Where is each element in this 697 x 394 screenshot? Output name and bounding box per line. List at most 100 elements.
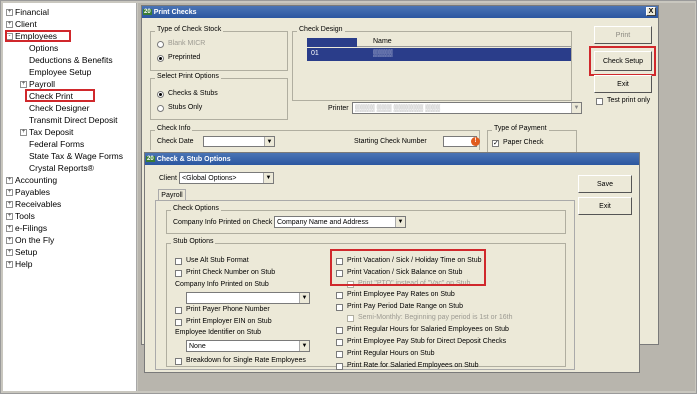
group-label: Type of Payment xyxy=(492,125,549,132)
radio-checks-stubs[interactable] xyxy=(157,91,164,98)
salaried-rate-checkbox[interactable] xyxy=(336,363,343,370)
print-button[interactable]: Print xyxy=(594,26,652,44)
tree-item-crystal-reports[interactable]: Crystal Reports® xyxy=(29,163,94,173)
period-range-checkbox[interactable] xyxy=(336,304,343,311)
radio-stubs-only[interactable] xyxy=(157,105,164,112)
exit-button[interactable]: Exit xyxy=(578,197,632,215)
test-print-checkbox[interactable] xyxy=(596,98,603,105)
pay-rates-checkbox[interactable] xyxy=(336,292,343,299)
expand-icon[interactable]: + xyxy=(20,80,27,88)
vacation-balance-checkbox[interactable] xyxy=(336,270,343,277)
paper-check-label: Paper Check xyxy=(503,139,544,146)
tree-item-setup[interactable]: + Setup xyxy=(6,247,37,257)
check-date-label: Check Date xyxy=(157,138,194,145)
tree-item-check-print[interactable]: Check Print xyxy=(29,91,73,101)
design-id: 01 xyxy=(311,50,319,57)
column-name-header[interactable]: Name xyxy=(373,38,392,45)
company-on-check-value: Company Name and Address xyxy=(277,218,369,226)
tree-item-accounting[interactable]: + Accounting xyxy=(6,175,57,185)
chevron-down-icon[interactable]: ▼ xyxy=(395,217,405,227)
check-date-field[interactable]: ▼ xyxy=(203,136,275,147)
save-button[interactable]: Save xyxy=(578,175,632,193)
printer-select[interactable]: ▒▒▒▒ ▒▒▒ ▒▒▒▒▒▒ ▒▒▒ ▼ xyxy=(352,102,582,114)
tree-item-financial[interactable]: + Financial xyxy=(6,7,49,17)
tree-item-federal-forms[interactable]: Federal Forms xyxy=(29,139,84,149)
direct-deposit-stub-label: Print Employee Pay Stub for Direct Depos… xyxy=(347,338,507,345)
regular-hours-salaried-label: Print Regular Hours for Salaried Employe… xyxy=(347,326,509,333)
column-id-header[interactable] xyxy=(307,38,357,47)
chevron-down-icon[interactable]: ▼ xyxy=(299,341,309,351)
dialog-title: Check & Stub Options xyxy=(156,155,231,163)
expand-icon[interactable]: + xyxy=(6,212,13,220)
alert-icon[interactable]: ! xyxy=(471,137,480,146)
check-design-group: Check Design Name 01 ▒▒▒▒ xyxy=(292,26,572,101)
tree-item-state-tax-wage-forms[interactable]: State Tax & Wage Forms xyxy=(29,151,123,161)
tree-item-receivables[interactable]: + Receivables xyxy=(6,199,61,209)
tree-item-options[interactable]: Options xyxy=(29,43,58,53)
payment-type-group: Type of Payment Paper Check xyxy=(487,125,577,152)
expand-icon[interactable]: + xyxy=(6,188,13,196)
paper-check-checkbox[interactable] xyxy=(492,139,499,147)
employer-ein-checkbox[interactable] xyxy=(175,319,182,326)
company-on-check-select[interactable]: Company Name and Address ▼ xyxy=(274,216,406,228)
tree-item-help[interactable]: + Help xyxy=(6,259,32,269)
tree-item-payroll[interactable]: + Payroll xyxy=(20,79,55,89)
tree-item-on-the-fly[interactable]: + On the Fly xyxy=(6,235,54,245)
expand-icon[interactable]: + xyxy=(6,176,13,184)
expand-icon[interactable]: + xyxy=(6,224,13,232)
payer-phone-checkbox[interactable] xyxy=(175,307,182,314)
group-label: Check Design xyxy=(297,26,345,33)
tree-item-payables[interactable]: + Payables xyxy=(6,187,50,197)
check-number-label: Print Check Number on Stub xyxy=(186,269,276,276)
chevron-down-icon[interactable]: ▼ xyxy=(264,137,274,146)
tree-item-deductions-benefits[interactable]: Deductions & Benefits xyxy=(29,55,113,65)
tree-item-employee-setup[interactable]: Employee Setup xyxy=(29,67,91,77)
direct-deposit-stub-checkbox[interactable] xyxy=(336,339,343,346)
close-icon[interactable]: X xyxy=(646,7,656,16)
radio-preprinted[interactable] xyxy=(157,55,164,62)
tree-item-tools[interactable]: + Tools xyxy=(6,211,35,221)
chevron-down-icon[interactable]: ▼ xyxy=(263,173,273,183)
check-stock-group: Type of Check Stock Blank MICR Preprinte… xyxy=(150,26,288,71)
client-select[interactable]: <Global Options> ▼ xyxy=(179,172,274,184)
company-on-stub-select[interactable]: ▼ xyxy=(186,292,310,304)
check-info-group: Check Info Check Date ▼ Starting Check N… xyxy=(150,125,480,150)
alt-stub-checkbox[interactable] xyxy=(175,258,182,265)
collapse-icon[interactable]: - xyxy=(6,32,13,40)
check-number-checkbox[interactable] xyxy=(175,270,182,277)
expand-icon[interactable]: + xyxy=(6,260,13,268)
expand-icon[interactable]: + xyxy=(6,200,13,208)
check-options-group: Check Options Company Info Printed on Ch… xyxy=(166,205,566,234)
expand-icon[interactable]: + xyxy=(6,248,13,256)
regular-hours-checkbox[interactable] xyxy=(336,351,343,358)
employee-id-select[interactable]: None ▼ xyxy=(186,340,310,352)
tree-item-tax-deposit[interactable]: + Tax Deposit xyxy=(20,127,73,137)
chevron-down-icon[interactable]: ▼ xyxy=(299,293,309,303)
tree-item-client[interactable]: + Client xyxy=(6,19,37,29)
print-checks-titlebar: 20 Print Checks X xyxy=(142,6,658,18)
semi-monthly-checkbox[interactable] xyxy=(347,315,354,322)
vacation-time-label: Print Vacation / Sick / Holiday Time on … xyxy=(347,257,482,264)
chevron-down-icon[interactable]: ▼ xyxy=(571,103,581,113)
check-stub-options-window: 20 Check & Stub Options Client <Global O… xyxy=(144,152,640,373)
radio-blank-micr[interactable] xyxy=(157,41,164,48)
tree-item-check-designer[interactable]: Check Designer xyxy=(29,103,89,113)
exit-button[interactable]: Exit xyxy=(594,75,652,93)
pto-instead-checkbox[interactable] xyxy=(347,281,354,288)
label-checks-stubs: Checks & Stubs xyxy=(168,90,218,97)
client-label: Client xyxy=(159,175,177,182)
tree-item-employees[interactable]: - Employees xyxy=(6,31,57,41)
print-options-group: Select Print Options Checks & Stubs Stub… xyxy=(150,73,288,120)
expand-icon[interactable]: + xyxy=(6,8,13,16)
design-row-selected[interactable]: 01 ▒▒▒▒ xyxy=(307,48,571,61)
expand-icon[interactable]: + xyxy=(20,128,27,136)
check-setup-button[interactable]: Check Setup xyxy=(594,51,652,71)
tree-item-efilings[interactable]: + e-Filings xyxy=(6,223,47,233)
expand-icon[interactable]: + xyxy=(6,236,13,244)
regular-hours-salaried-checkbox[interactable] xyxy=(336,327,343,334)
expand-icon[interactable]: + xyxy=(6,20,13,28)
vacation-time-checkbox[interactable] xyxy=(336,258,343,265)
breakdown-checkbox[interactable] xyxy=(175,358,182,365)
tree-item-transmit-direct-deposit[interactable]: Transmit Direct Deposit xyxy=(29,115,117,125)
test-print-label: Test print only xyxy=(607,97,651,104)
